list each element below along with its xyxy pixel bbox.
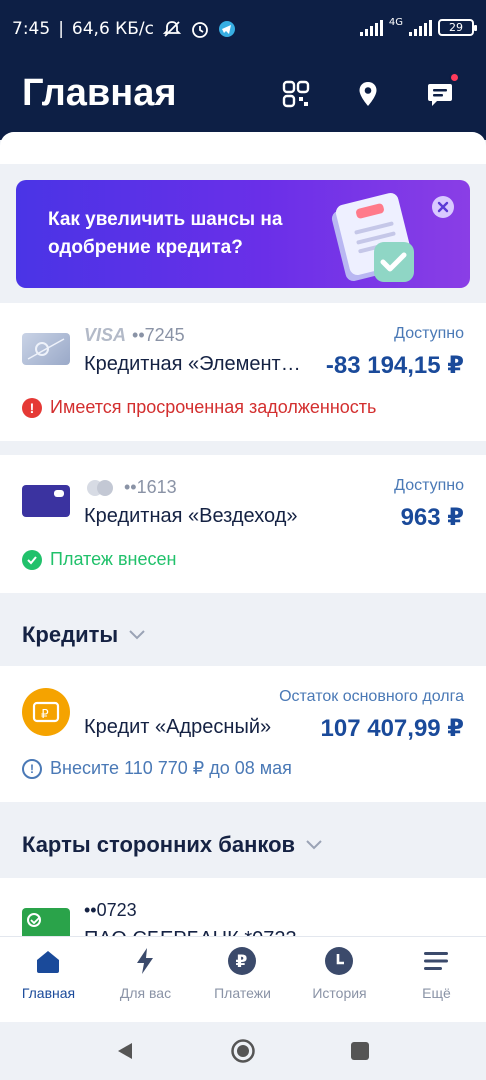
tab-home[interactable]: Главная <box>0 937 97 1023</box>
available-label: Доступно <box>394 325 464 342</box>
signal-icon <box>359 19 383 36</box>
back-icon[interactable] <box>114 1040 136 1062</box>
status-text: Имеется просроченная задолженность <box>50 397 377 417</box>
loan-amount: 107 407,99 ₽ <box>320 715 464 742</box>
svg-text:₽: ₽ <box>236 952 248 972</box>
muted-bell-icon <box>162 21 182 37</box>
loan-icon: ₽ <box>22 688 70 736</box>
tab-label: Для вас <box>119 985 172 1001</box>
status-time: 7:45 <box>12 19 51 39</box>
card-image <box>22 908 70 936</box>
tab-label: История <box>312 985 367 1001</box>
battery-icon: 29 <box>438 19 477 36</box>
card-image <box>22 485 70 517</box>
telegram-icon <box>218 21 235 37</box>
credit-card-item[interactable]: VISA ••7245 Доступно Кредитная «Элемент… … <box>0 303 486 441</box>
history-icon <box>325 947 353 975</box>
credits-section-toggle[interactable]: Кредиты <box>22 622 146 648</box>
tab-label: Платежи <box>214 985 271 1001</box>
menu-icon <box>424 952 448 970</box>
promo-text: Как увеличить шансы на одобрение кредита… <box>48 209 283 258</box>
loan-payment-hint: ! Внесите 110 770 ₽ до 08 мая <box>22 758 292 779</box>
promo-close-button[interactable] <box>432 196 454 218</box>
section-title: Карты сторонних банков <box>22 832 296 857</box>
external-card-item[interactable]: ••0723 ПАО СБЕРБАНК *0723 <box>0 878 486 936</box>
loan-name: Кредит «Адресный» <box>84 716 272 738</box>
card-number: ••0723 <box>84 900 137 920</box>
status-text: Внесите 110 770 ₽ до 08 мая <box>50 758 292 778</box>
tab-more[interactable]: Ещё <box>388 937 485 1023</box>
card-number: ••7245 <box>132 325 185 345</box>
app-header: Главная <box>0 60 486 140</box>
mastercard-icon <box>87 479 113 496</box>
card-number: ••1613 <box>124 477 177 497</box>
alarm-icon <box>192 22 208 38</box>
loan-item[interactable]: ₽ Остаток основного долга Кредит «Адресн… <box>0 666 486 802</box>
status-text: Платеж внесен <box>50 549 177 569</box>
qr-scan-icon[interactable] <box>280 78 312 110</box>
bottom-tab-bar: Главная Для вас ₽ Платежи История Ещё <box>0 936 486 1022</box>
promo-banner[interactable]: Как увеличить шансы на одобрение кредита… <box>16 180 470 288</box>
tab-history[interactable]: История <box>291 937 388 1023</box>
ruble-icon: ₽ <box>228 947 256 975</box>
status-paid: Платеж внесен <box>22 549 176 570</box>
card-name: Кредитная «Элемент… <box>84 353 301 375</box>
tab-payments[interactable]: ₽ Платежи <box>194 937 291 1023</box>
chat-button[interactable] <box>424 72 460 110</box>
signal-icon-2 <box>409 19 432 36</box>
section-title: Кредиты <box>22 622 119 647</box>
main-content: Как увеличить шансы на одобрение кредита… <box>0 132 486 936</box>
close-icon <box>437 201 449 213</box>
third-party-section-toggle[interactable]: Карты сторонних банков <box>22 832 323 858</box>
status-overdue: ! Имеется просроченная задолженность <box>22 397 376 418</box>
card-name: ПАО СБЕРБАНК *0723 <box>84 928 297 936</box>
location-pin-icon[interactable] <box>352 78 384 110</box>
available-label: Доступно <box>394 477 464 494</box>
status-net-speed: 64,6 КБ/с <box>71 19 154 39</box>
svg-text:₽: ₽ <box>41 707 49 721</box>
network-type: 4G <box>388 17 403 28</box>
tab-label: Главная <box>21 985 76 1001</box>
check-icon <box>22 549 42 570</box>
card-amount: 963 ₽ <box>400 504 464 531</box>
status-bar: 7:45 | 64,6 КБ/с 4G 29 <box>0 0 486 60</box>
recents-icon[interactable] <box>350 1041 370 1061</box>
tab-label: Ещё <box>422 985 451 1001</box>
card-brand: VISA <box>84 325 127 345</box>
chevron-down-icon <box>129 630 145 640</box>
tab-for-you[interactable]: Для вас <box>97 937 194 1023</box>
notification-badge <box>449 72 460 83</box>
chevron-down-icon <box>306 840 322 850</box>
card-amount: -83 194,15 ₽ <box>325 352 464 379</box>
chat-icon <box>428 84 452 106</box>
wallet-ruble-icon: ₽ <box>32 701 60 723</box>
card-image <box>22 333 70 365</box>
balance-label: Остаток основного долга <box>279 688 464 705</box>
info-icon: ! <box>22 758 42 779</box>
alert-icon: ! <box>22 397 42 418</box>
lightning-icon <box>137 948 153 974</box>
credit-card-item[interactable]: ••1613 Доступно Кредитная «Вездеход» 963… <box>0 455 486 593</box>
system-nav-bar <box>0 1022 486 1080</box>
sberbank-logo-icon <box>27 913 41 927</box>
card-chip-icon <box>54 490 64 497</box>
home-icon <box>37 951 59 973</box>
page-title: Главная <box>22 72 177 114</box>
home-nav-icon[interactable] <box>230 1038 256 1064</box>
card-pattern-icon <box>27 338 65 360</box>
documents-check-illustration <box>331 193 414 282</box>
card-name: Кредитная «Вездеход» <box>84 505 298 527</box>
